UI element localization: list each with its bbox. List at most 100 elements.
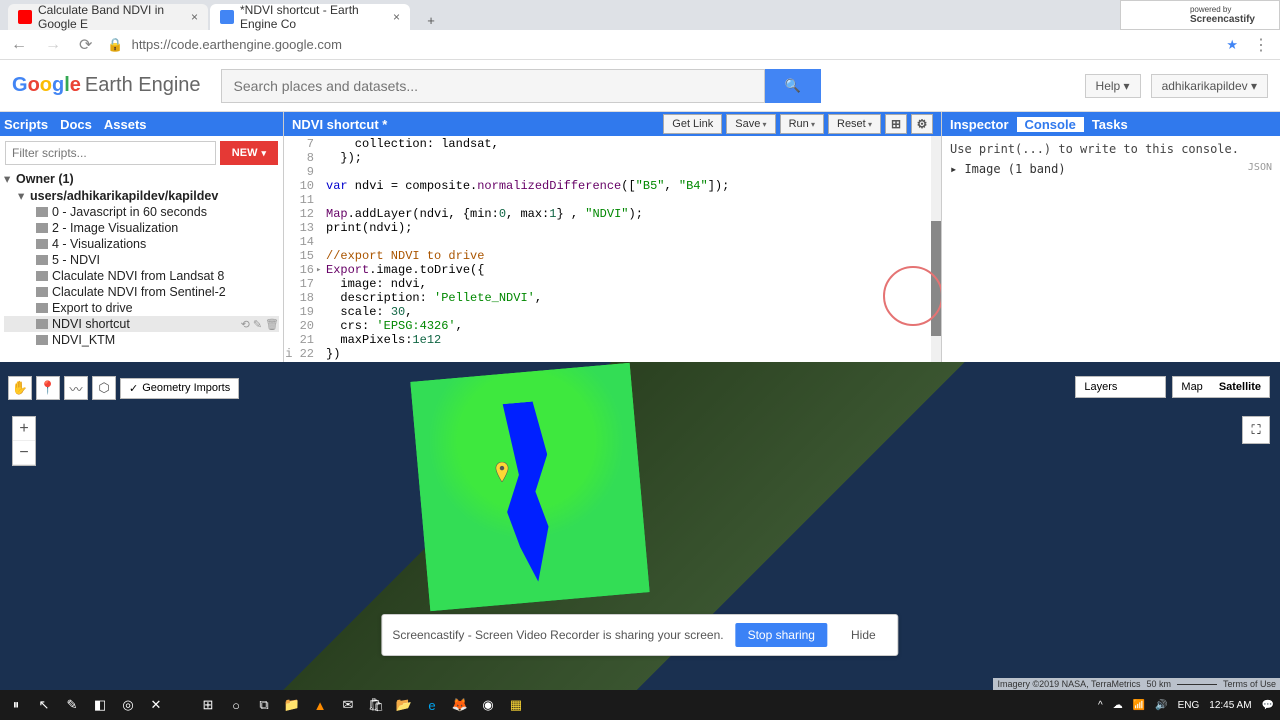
firefox-icon[interactable]: 🦊	[450, 695, 470, 715]
code-lines[interactable]: collection: landsat, }); var ndvi = comp…	[320, 136, 729, 362]
edit-icon[interactable]: ✎	[253, 318, 262, 331]
tab-title: Calculate Band NDVI in Google E	[38, 3, 183, 31]
stop-sharing-button[interactable]: Stop sharing	[736, 623, 827, 647]
store-icon[interactable]: 🛍	[366, 695, 386, 715]
mail-icon[interactable]: ✉	[338, 695, 358, 715]
tree-item[interactable]: 5 - NDVI	[4, 252, 279, 268]
forward-icon[interactable]: →	[42, 36, 64, 54]
tab-docs[interactable]: Docs	[60, 117, 92, 132]
cortana-icon[interactable]: ○	[226, 695, 246, 715]
close-icon[interactable]: ×	[393, 10, 400, 24]
code-editor[interactable]: 789101112131415161718192021i 22 collecti…	[284, 136, 941, 362]
tree-item[interactable]: NDVI_KTM	[4, 332, 279, 348]
tree-item[interactable]: Export to drive	[4, 300, 279, 316]
editor-panel: NDVI shortcut * Get Link Save Run Reset …	[284, 112, 942, 362]
help-button[interactable]: Help ▾	[1085, 74, 1141, 98]
volume-icon[interactable]: 🔊	[1155, 700, 1167, 711]
taskview-icon[interactable]: ⧉	[254, 695, 274, 715]
lang-indicator[interactable]: ENG	[1178, 700, 1200, 711]
pen-icon[interactable]: ✎	[62, 695, 82, 715]
reload-icon[interactable]: ⟳	[76, 35, 95, 55]
filter-scripts-input[interactable]	[5, 141, 216, 165]
tree-owner[interactable]: ▾Owner (1)	[4, 170, 279, 187]
tab-console[interactable]: Console	[1017, 117, 1084, 132]
tree-item[interactable]: 2 - Image Visualization	[4, 220, 279, 236]
back-icon[interactable]: ←	[8, 36, 30, 54]
search-input[interactable]	[221, 69, 765, 103]
point-tool-icon[interactable]: 📍	[36, 376, 60, 400]
focus-icon[interactable]: ◎	[118, 695, 138, 715]
geometry-imports-button[interactable]: ✓Geometry Imports	[120, 378, 239, 399]
close-icon[interactable]: ✕	[146, 695, 166, 715]
map-pin-icon[interactable]	[495, 462, 509, 482]
close-icon[interactable]: ×	[191, 10, 198, 24]
tree-repo[interactable]: ▾users/adhikarikapildev/kapildev	[4, 187, 279, 204]
zoom-in-button[interactable]: +	[13, 417, 35, 441]
folder-icon[interactable]: 📂	[394, 695, 414, 715]
tab-inspector[interactable]: Inspector	[942, 117, 1017, 132]
gee-logo[interactable]: Google Earth Engine	[12, 74, 201, 97]
notes-icon[interactable]: ▦	[506, 695, 526, 715]
tree-item[interactable]: Claculate NDVI from Landsat 8	[4, 268, 279, 284]
run-button[interactable]: Run	[780, 114, 824, 134]
new-script-button[interactable]: NEW	[220, 141, 278, 165]
save-button[interactable]: Save	[726, 114, 775, 134]
gear-icon[interactable]: ⚙	[911, 114, 933, 134]
tab-tasks[interactable]: Tasks	[1084, 117, 1136, 132]
tab-assets[interactable]: Assets	[104, 117, 147, 132]
line-tool-icon[interactable]: 〰	[64, 376, 88, 400]
script-tree[interactable]: ▾Owner (1) ▾users/adhikarikapildev/kapil…	[0, 170, 283, 362]
notifications-icon[interactable]: 💬	[1262, 700, 1274, 711]
terms-link[interactable]: Terms of Use	[1223, 679, 1276, 689]
json-toggle[interactable]: JSON	[1248, 162, 1272, 176]
tab-scripts[interactable]: Scripts	[4, 117, 48, 132]
tree-item[interactable]: Claculate NDVI from Sentinel-2	[4, 284, 279, 300]
hand-tool-icon[interactable]: ✋	[8, 376, 32, 400]
map-type-map[interactable]: Map	[1173, 377, 1210, 397]
eraser-icon[interactable]: ◧	[90, 695, 110, 715]
fullscreen-button[interactable]: ⛶	[1242, 416, 1270, 444]
onedrive-icon[interactable]: ☁	[1113, 700, 1123, 711]
map-type-satellite[interactable]: Satellite	[1211, 377, 1269, 397]
zoom-control: + −	[12, 416, 36, 466]
bookmark-star-icon[interactable]: ★	[1226, 37, 1238, 53]
map-canvas[interactable]: ✋ 📍 〰 ⬡ ✓Geometry Imports + − Layers Map…	[0, 362, 1280, 690]
clock[interactable]: 12:45 AM	[1209, 700, 1251, 711]
cursor-icon[interactable]: ↖	[34, 695, 54, 715]
pause-icon[interactable]: ⏸	[6, 695, 26, 715]
start-icon[interactable]: ⊞	[198, 695, 218, 715]
vlc-icon[interactable]: ▲	[310, 695, 330, 715]
search-wrap: 🔍	[221, 69, 821, 103]
tree-item[interactable]: 0 - Javascript in 60 seconds	[4, 204, 279, 220]
tray-up-icon[interactable]: ^	[1098, 700, 1103, 711]
reset-button[interactable]: Reset	[828, 114, 881, 134]
chrome-icon[interactable]: ◉	[478, 695, 498, 715]
tree-item[interactable]: 4 - Visualizations	[4, 236, 279, 252]
edge-icon[interactable]: e	[422, 695, 442, 715]
explorer-icon[interactable]: 📁	[282, 695, 302, 715]
menu-icon[interactable]: ⋮	[1250, 35, 1272, 55]
new-tab-button[interactable]: +	[418, 10, 444, 30]
browser-tab-gee[interactable]: *NDVI shortcut - Earth Engine Co ×	[210, 4, 410, 30]
tree-item-selected[interactable]: NDVI shortcut⟲✎🗑	[4, 316, 279, 332]
user-menu-button[interactable]: adhikarikapildev ▾	[1151, 74, 1268, 98]
apps-icon[interactable]: ⊞	[885, 114, 907, 134]
wifi-icon[interactable]: 📶	[1133, 700, 1145, 711]
editor-header: NDVI shortcut * Get Link Save Run Reset …	[284, 112, 941, 136]
right-panel-tabs: Inspector Console Tasks	[942, 112, 1280, 136]
get-link-button[interactable]: Get Link	[663, 114, 722, 134]
map-attribution: Imagery ©2019 NASA, TerraMetrics 50 km T…	[993, 678, 1280, 690]
gee-icon	[220, 10, 234, 24]
address-bar[interactable]: 🔒 https://code.earthengine.google.com	[107, 37, 1214, 53]
history-icon[interactable]: ⟲	[241, 318, 250, 331]
editor-scrollbar[interactable]	[931, 136, 941, 362]
layers-button[interactable]: Layers	[1075, 376, 1166, 398]
console-output-item[interactable]: ▸ Image (1 band) JSON	[950, 162, 1272, 176]
delete-icon[interactable]: 🗑	[265, 318, 279, 331]
search-button[interactable]: 🔍	[765, 69, 821, 103]
browser-tab-youtube[interactable]: Calculate Band NDVI in Google E ×	[8, 4, 208, 30]
line-gutter: 789101112131415161718192021i 22	[284, 136, 320, 362]
zoom-out-button[interactable]: −	[13, 441, 35, 465]
polygon-tool-icon[interactable]: ⬡	[92, 376, 116, 400]
hide-banner-button[interactable]: Hide	[839, 623, 888, 647]
